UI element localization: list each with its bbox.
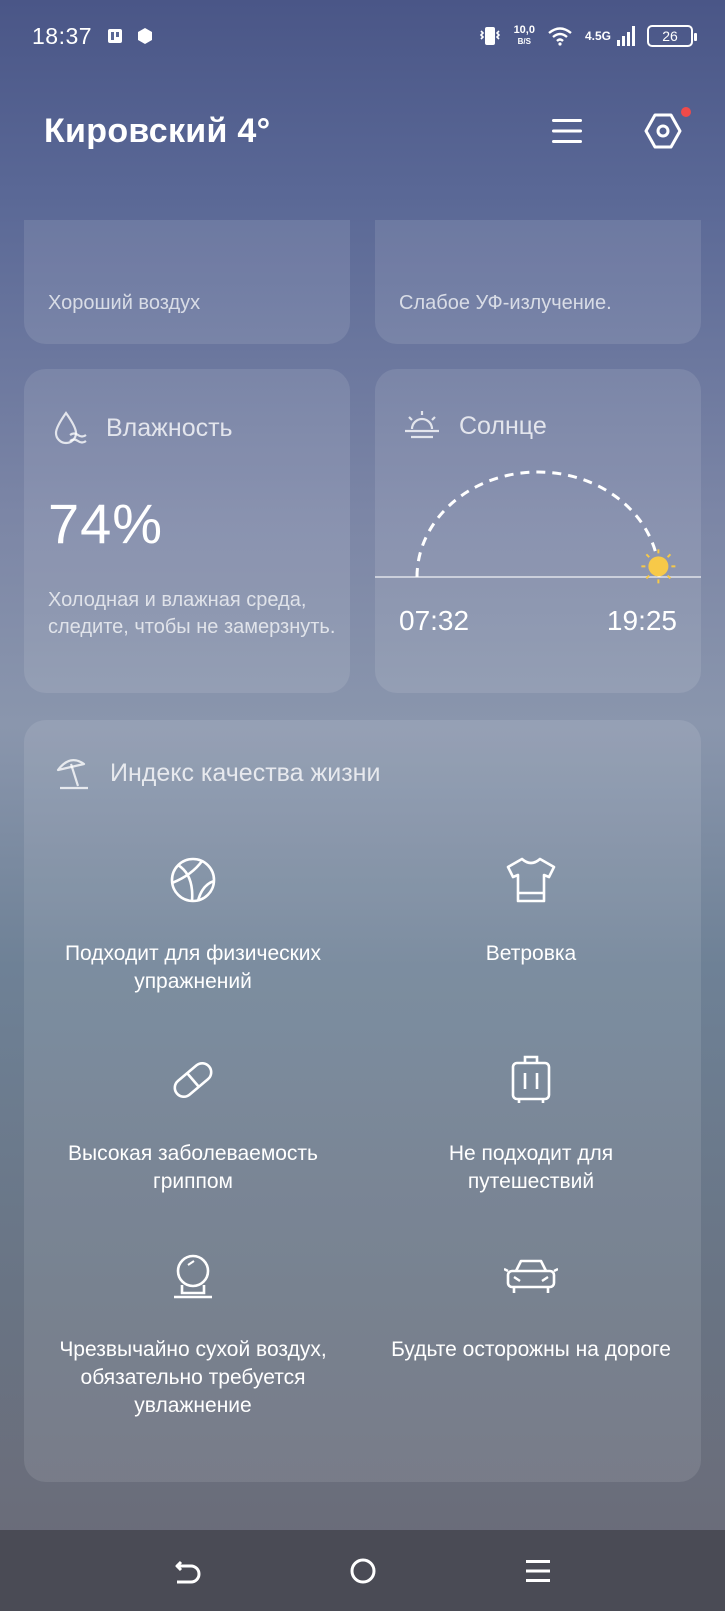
life-item-text: Ветровка bbox=[485, 942, 577, 965]
life-item-humidifier[interactable]: Чрезвычайно сухой воздух, обязательно тр… bbox=[24, 1246, 362, 1420]
settings-hexagon-icon bbox=[644, 113, 682, 149]
life-item-travel[interactable]: Не подходит для путешествий bbox=[362, 1050, 700, 1196]
sun-position-icon bbox=[641, 549, 676, 584]
uv-caption: Слабое УФ-излучение. bbox=[399, 292, 612, 314]
life-item-text: Не подходит для путешествий bbox=[448, 1142, 614, 1193]
system-navigation-bar bbox=[0, 1530, 725, 1611]
battery-level: 26 bbox=[662, 28, 678, 44]
sun-path-arc bbox=[415, 470, 661, 578]
wifi-icon bbox=[548, 27, 572, 46]
sun-ray bbox=[666, 553, 672, 558]
humidifier-icon bbox=[174, 1254, 212, 1299]
signal-strength-icon bbox=[617, 26, 635, 46]
sunrise-time: 07:32 bbox=[399, 605, 470, 636]
life-item-driving[interactable]: Будьте осторожны на дороге bbox=[362, 1246, 700, 1364]
life-item-text: Чрезвычайно сухой воздух, обязательно тр… bbox=[59, 1338, 327, 1417]
status-notification-icons bbox=[106, 27, 154, 45]
air-quality-caption: Хороший воздух bbox=[48, 292, 201, 314]
menu-icon bbox=[552, 119, 582, 143]
sun-ray bbox=[645, 553, 650, 558]
network-speed-value: 10,0 bbox=[513, 24, 535, 36]
pill-icon bbox=[173, 1061, 213, 1099]
suitcase-icon bbox=[511, 1055, 551, 1103]
humidity-description: Холодная и влажная среда, следите, чтобы… bbox=[48, 589, 336, 638]
settings-button[interactable] bbox=[643, 107, 691, 151]
network-generation: 4.5G bbox=[584, 29, 611, 43]
city-title: Кировский 4° bbox=[44, 111, 271, 150]
network-speed-unit: B/S bbox=[517, 37, 531, 46]
status-bar: 18:37 10,0 B/S 4.5G 26 bbox=[0, 0, 725, 72]
sunset-time: 19:25 bbox=[606, 605, 677, 636]
sun-arc-graphic bbox=[375, 470, 701, 584]
basketball-icon bbox=[170, 857, 216, 903]
vibrate-icon bbox=[479, 27, 500, 45]
life-quality-card: Индекс качества жизни Подходит для физич… bbox=[24, 720, 701, 1482]
life-item-text: Высокая заболеваемость гриппом bbox=[68, 1142, 318, 1193]
notification-app-icon bbox=[108, 29, 123, 43]
life-item-exercise[interactable]: Подходит для физических упражнений bbox=[24, 850, 362, 996]
header: Кировский 4° bbox=[0, 96, 725, 166]
notification-dot bbox=[681, 107, 691, 117]
life-item-text: Будьте осторожны на дороге bbox=[391, 1338, 671, 1361]
battery-indicator: 26 bbox=[647, 25, 697, 47]
beach-umbrella-icon bbox=[56, 759, 88, 790]
car-icon bbox=[504, 1259, 558, 1293]
humidity-card[interactable]: Влажность 74% Холодная и влажная среда, … bbox=[24, 369, 350, 693]
home-circle-icon bbox=[350, 1558, 375, 1583]
humidity-value: 74% bbox=[48, 492, 164, 555]
recent-apps-button[interactable] bbox=[508, 1541, 568, 1601]
status-time: 18:37 bbox=[32, 22, 93, 49]
back-icon bbox=[175, 1560, 200, 1583]
tshirt-icon bbox=[506, 857, 556, 903]
uv-card[interactable]: Слабое УФ-излучение. bbox=[375, 220, 701, 344]
menu-button[interactable] bbox=[547, 111, 587, 151]
life-item-flu[interactable]: Высокая заболеваемость гриппом bbox=[24, 1050, 362, 1196]
life-item-text: Подходит для физических упражнений bbox=[64, 942, 322, 993]
network-speed: 10,0 B/S bbox=[514, 25, 535, 47]
sun-card[interactable]: Солнце 07:32 19:25 bbox=[375, 369, 701, 693]
air-quality-card[interactable]: Хороший воздух bbox=[24, 220, 350, 344]
life-item-clothing[interactable]: Ветровка bbox=[362, 850, 700, 968]
life-quality-title: Индекс качества жизни bbox=[110, 758, 381, 787]
hexagon-app-icon bbox=[138, 28, 153, 44]
humidity-label: Влажность bbox=[106, 413, 233, 442]
home-button[interactable] bbox=[333, 1541, 393, 1601]
recent-apps-icon bbox=[525, 1559, 550, 1582]
humidity-drop-icon bbox=[54, 411, 87, 445]
back-button[interactable] bbox=[158, 1541, 218, 1601]
